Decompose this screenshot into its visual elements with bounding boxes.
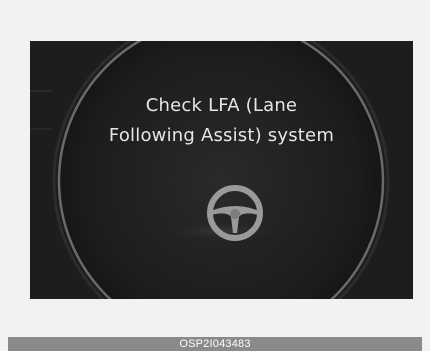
image-code-text: OSP2I043483	[179, 338, 251, 350]
warning-message: Check LFA (Lane Following Assist) system	[30, 91, 413, 151]
cluster-display: Check LFA (Lane Following Assist) system	[30, 41, 413, 299]
cluster-dial-background	[30, 41, 413, 299]
image-code-caption: OSP2I043483	[8, 337, 422, 351]
warning-message-line-2: Following Assist) system	[108, 125, 335, 146]
steering-wheel-icon	[207, 185, 263, 241]
warning-message-line-1: Check LFA (Lane	[145, 95, 298, 116]
